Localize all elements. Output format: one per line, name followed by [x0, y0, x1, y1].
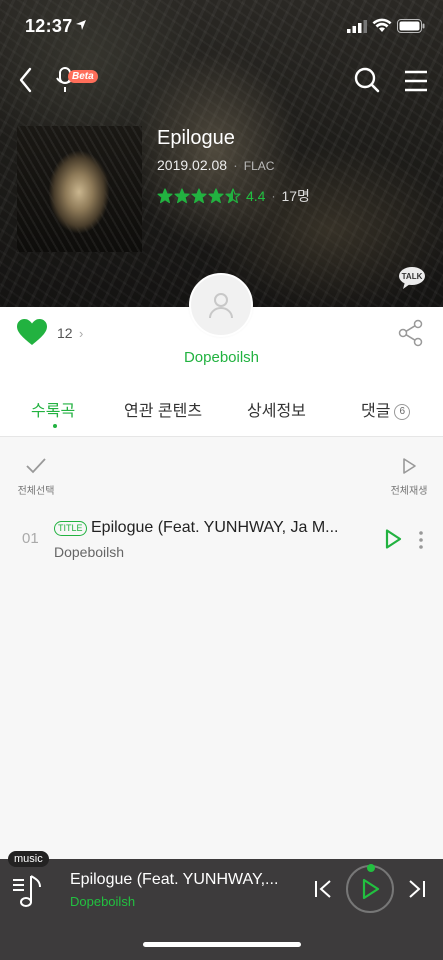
audio-format: FLAC [243, 159, 275, 173]
star-icon [157, 188, 173, 204]
music-tab-label: music [8, 851, 49, 867]
play-button[interactable] [346, 865, 394, 913]
track-artist: Dopeboilsh [54, 544, 125, 560]
artist-name[interactable]: Dopeboilsh [0, 349, 443, 366]
signal-icon [347, 20, 367, 33]
rating[interactable]: 4.4 · 17명 [157, 186, 310, 206]
progress-indicator[interactable] [367, 864, 375, 872]
rating-stars [157, 188, 242, 204]
rating-count: 17명 [281, 188, 310, 204]
rating-value: 4.4 [246, 188, 266, 204]
active-tab-indicator [53, 424, 57, 428]
home-indicator [143, 942, 301, 947]
talk-icon[interactable]: TALK [398, 266, 426, 290]
beta-badge: Beta [68, 70, 98, 83]
artist-avatar[interactable] [189, 273, 253, 337]
star-icon [174, 188, 190, 204]
back-button[interactable] [8, 62, 44, 98]
select-all-button[interactable]: 전체선택 [14, 457, 58, 497]
tab-related[interactable]: 연관 콘텐츠 [124, 397, 202, 421]
select-all-label: 전체선택 [17, 486, 55, 497]
track-list-area [0, 438, 443, 859]
chevron-right-icon: › [79, 326, 84, 341]
heart-icon[interactable] [16, 318, 48, 346]
skip-next-icon[interactable] [405, 877, 429, 901]
check-icon [26, 458, 46, 474]
share-icon[interactable] [398, 319, 424, 347]
table-row[interactable]: 01 TITLE Epilogue (Feat. YUNHWAY, Ja M..… [0, 510, 443, 568]
album-tabs: 수록곡 연관 콘텐츠 상세정보 댓글 6 [0, 393, 443, 437]
meta-separator: · [233, 157, 238, 173]
wifi-icon [372, 18, 392, 32]
tab-tracks[interactable]: 수록곡 [31, 397, 75, 421]
clock: 12:37 [25, 16, 73, 36]
play-icon[interactable] [382, 528, 404, 550]
tab-comments-label: 댓글 [361, 403, 391, 420]
track-title: Epilogue (Feat. YUNHWAY, Ja M... [91, 519, 339, 536]
person-icon [209, 293, 233, 319]
playlist-icon[interactable] [10, 872, 48, 910]
track-number: 01 [22, 530, 39, 547]
play-outline-icon [403, 458, 416, 474]
tab-comments[interactable]: 댓글 6 [361, 397, 411, 421]
like-count[interactable]: 12 [57, 325, 73, 341]
skip-previous-icon[interactable] [311, 877, 335, 901]
play-all-label: 전체재생 [390, 486, 428, 497]
now-playing-artist[interactable]: Dopeboilsh [70, 894, 135, 909]
album-meta: 2019.02.08 · FLAC [157, 157, 274, 173]
tab-details[interactable]: 상세정보 [247, 397, 306, 421]
star-icon [208, 188, 224, 204]
chevron-left-icon [19, 67, 32, 93]
star-icon [225, 188, 241, 204]
talk-label: TALK [402, 272, 423, 281]
rating-separator: · [271, 189, 276, 203]
title-track-badge: TITLE [54, 521, 87, 536]
comment-count-badge: 6 [394, 404, 411, 420]
search-icon[interactable] [349, 62, 385, 98]
album-cover[interactable] [17, 126, 142, 252]
location-icon [76, 20, 86, 30]
more-vertical-icon[interactable] [414, 529, 428, 551]
release-date: 2019.02.08 [157, 157, 228, 173]
now-playing-title[interactable]: Epilogue (Feat. YUNHWAY,... [70, 871, 292, 889]
top-nav [0, 62, 443, 102]
menu-icon[interactable] [397, 62, 433, 98]
album-hero: 12:37 Epilogue 2019.02.08 · FLAC 4.4 · 1… [0, 0, 443, 307]
star-icon [191, 188, 207, 204]
status-bar: 12:37 [0, 0, 443, 50]
album-title: Epilogue [157, 127, 235, 149]
battery-icon [397, 19, 425, 33]
play-all-button[interactable]: 전체재생 [388, 457, 430, 497]
play-icon [362, 878, 380, 900]
